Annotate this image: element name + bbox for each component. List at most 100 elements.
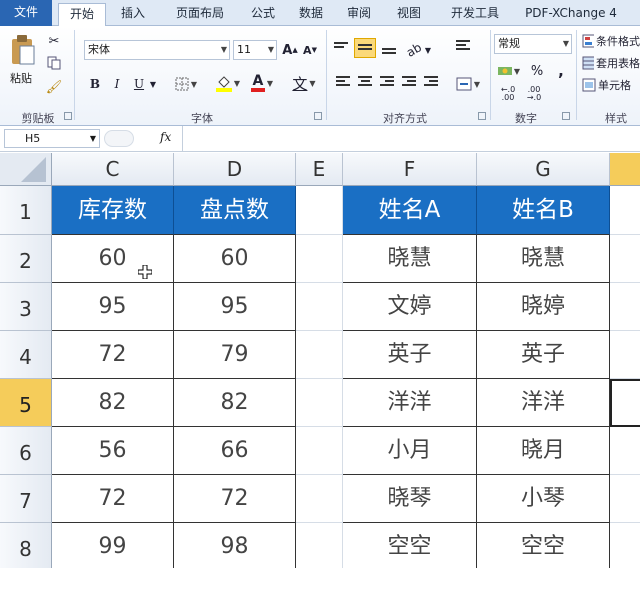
align-top-icon[interactable] [334, 42, 348, 54]
row-header-5[interactable]: 5 [0, 379, 52, 427]
cell-e3[interactable] [296, 283, 343, 331]
borders-button[interactable]: ▼ [174, 74, 198, 94]
font-launcher-icon[interactable] [314, 112, 322, 120]
grow-font-icon[interactable]: A ▲ [281, 40, 299, 60]
row-header-4[interactable]: 4 [0, 331, 52, 379]
conditional-format-button[interactable]: 条件格式 [582, 32, 640, 50]
cell-c4[interactable]: 72 [52, 331, 174, 379]
cell-g4[interactable]: 英子 [477, 331, 610, 379]
font-name-select[interactable]: 宋体 ▼ [84, 40, 230, 60]
tab-page-layout[interactable]: 页面布局 [162, 3, 238, 26]
tab-view[interactable]: 视图 [386, 3, 432, 26]
format-painter-icon[interactable]: 🖌 [44, 78, 64, 96]
cell-d5[interactable]: 82 [174, 379, 296, 427]
row-header-2[interactable]: 2 [0, 235, 52, 283]
cell-g5[interactable]: 洋洋 [477, 379, 610, 427]
align-bottom-icon[interactable] [382, 44, 396, 56]
column-header-g[interactable]: G [477, 153, 610, 186]
cell-f6[interactable]: 小月 [343, 427, 477, 475]
cell-e5[interactable] [296, 379, 343, 427]
number-launcher-icon[interactable] [562, 112, 570, 120]
cell-d8[interactable]: 98 [174, 523, 296, 568]
align-left-icon[interactable] [336, 76, 350, 88]
phonetic-button[interactable]: 文 ▼ [290, 72, 318, 94]
header-cell-c[interactable]: 库存数 [52, 186, 174, 235]
row-header-3[interactable]: 3 [0, 283, 52, 331]
cell-h6[interactable] [610, 427, 640, 475]
accounting-format-button[interactable]: ▼ [496, 62, 522, 80]
cell-c2[interactable]: 60 [52, 235, 174, 283]
copy-icon[interactable] [44, 54, 64, 72]
cell-h2[interactable] [610, 235, 640, 283]
row-header-8[interactable]: 8 [0, 523, 52, 568]
cell-h8[interactable] [610, 523, 640, 568]
align-right-icon[interactable] [380, 76, 394, 88]
column-header-d[interactable]: D [174, 153, 296, 186]
increase-decimal-icon[interactable]: ←.0.00 [496, 84, 520, 104]
column-header-h[interactable] [610, 153, 640, 186]
comma-style-button[interactable]: , [552, 62, 570, 80]
cell-g8[interactable]: 空空 [477, 523, 610, 568]
cell-h7[interactable] [610, 475, 640, 523]
cell-f2[interactable]: 晓慧 [343, 235, 477, 283]
fill-color-button[interactable]: ▼ [214, 72, 242, 94]
cell-e7[interactable] [296, 475, 343, 523]
cell-g2[interactable]: 晓慧 [477, 235, 610, 283]
clipboard-launcher-icon[interactable] [64, 112, 72, 120]
cell-d4[interactable]: 79 [174, 331, 296, 379]
percent-button[interactable]: % [528, 62, 546, 80]
cut-icon[interactable]: ✂ [44, 32, 64, 50]
tab-home[interactable]: 开始 [58, 3, 106, 27]
column-header-c[interactable]: C [52, 153, 174, 186]
cell-f8[interactable]: 空空 [343, 523, 477, 568]
formula-input[interactable] [186, 130, 636, 148]
cell-styles-button[interactable]: 单元格 [582, 76, 640, 94]
cell-g6[interactable]: 晓月 [477, 427, 610, 475]
font-color-button[interactable]: A ▼ [248, 72, 276, 94]
tab-insert[interactable]: 插入 [110, 3, 156, 26]
tab-developer[interactable]: 开发工具 [440, 3, 510, 26]
cell-f7[interactable]: 晓琴 [343, 475, 477, 523]
bold-button[interactable]: B [86, 74, 104, 94]
active-cell-h5[interactable] [610, 379, 640, 427]
cell-e4[interactable] [296, 331, 343, 379]
chevron-down-icon[interactable]: ▼ [148, 74, 158, 94]
cell-d6[interactable]: 66 [174, 427, 296, 475]
formula-bar-splitter[interactable] [104, 130, 134, 147]
merge-center-button[interactable]: ▼ [454, 74, 482, 94]
cell-d3[interactable]: 95 [174, 283, 296, 331]
italic-button[interactable]: I [108, 74, 126, 94]
row-header-1[interactable]: 1 [0, 186, 52, 235]
cell-c3[interactable]: 95 [52, 283, 174, 331]
header-cell-f[interactable]: 姓名A [343, 186, 477, 235]
cell-g7[interactable]: 小琴 [477, 475, 610, 523]
wrap-text-icon[interactable] [456, 40, 470, 52]
alignment-launcher-icon[interactable] [478, 112, 486, 120]
column-header-e[interactable]: E [296, 153, 343, 186]
cell-e8[interactable] [296, 523, 343, 568]
paste-button[interactable] [8, 32, 38, 68]
select-all-corner[interactable] [0, 153, 52, 186]
tab-file[interactable]: 文件 [0, 0, 52, 26]
column-header-f[interactable]: F [343, 153, 477, 186]
cell-f3[interactable]: 文婷 [343, 283, 477, 331]
align-middle-button[interactable] [354, 38, 376, 58]
cell-c5[interactable]: 82 [52, 379, 174, 427]
tab-formulas[interactable]: 公式 [240, 3, 286, 26]
row-header-7[interactable]: 7 [0, 475, 52, 523]
font-size-select[interactable]: 11 ▼ [233, 40, 277, 60]
tab-data[interactable]: 数据 [288, 3, 334, 26]
header-cell-g[interactable]: 姓名B [477, 186, 610, 235]
format-as-table-button[interactable]: 套用表格 [582, 54, 640, 72]
cell-f5[interactable]: 洋洋 [343, 379, 477, 427]
decrease-decimal-icon[interactable]: .00 →.0 [522, 84, 546, 104]
cell-f4[interactable]: 英子 [343, 331, 477, 379]
header-cell-d[interactable]: 盘点数 [174, 186, 296, 235]
decrease-indent-icon[interactable] [402, 76, 416, 88]
tab-review[interactable]: 审阅 [336, 3, 382, 26]
name-box[interactable]: H5 ▼ [4, 129, 100, 148]
number-format-select[interactable]: 常规 ▼ [494, 34, 572, 54]
underline-button[interactable]: U [130, 74, 148, 94]
cell-h1[interactable] [610, 186, 640, 235]
shrink-font-icon[interactable]: A ▼ [301, 40, 319, 60]
